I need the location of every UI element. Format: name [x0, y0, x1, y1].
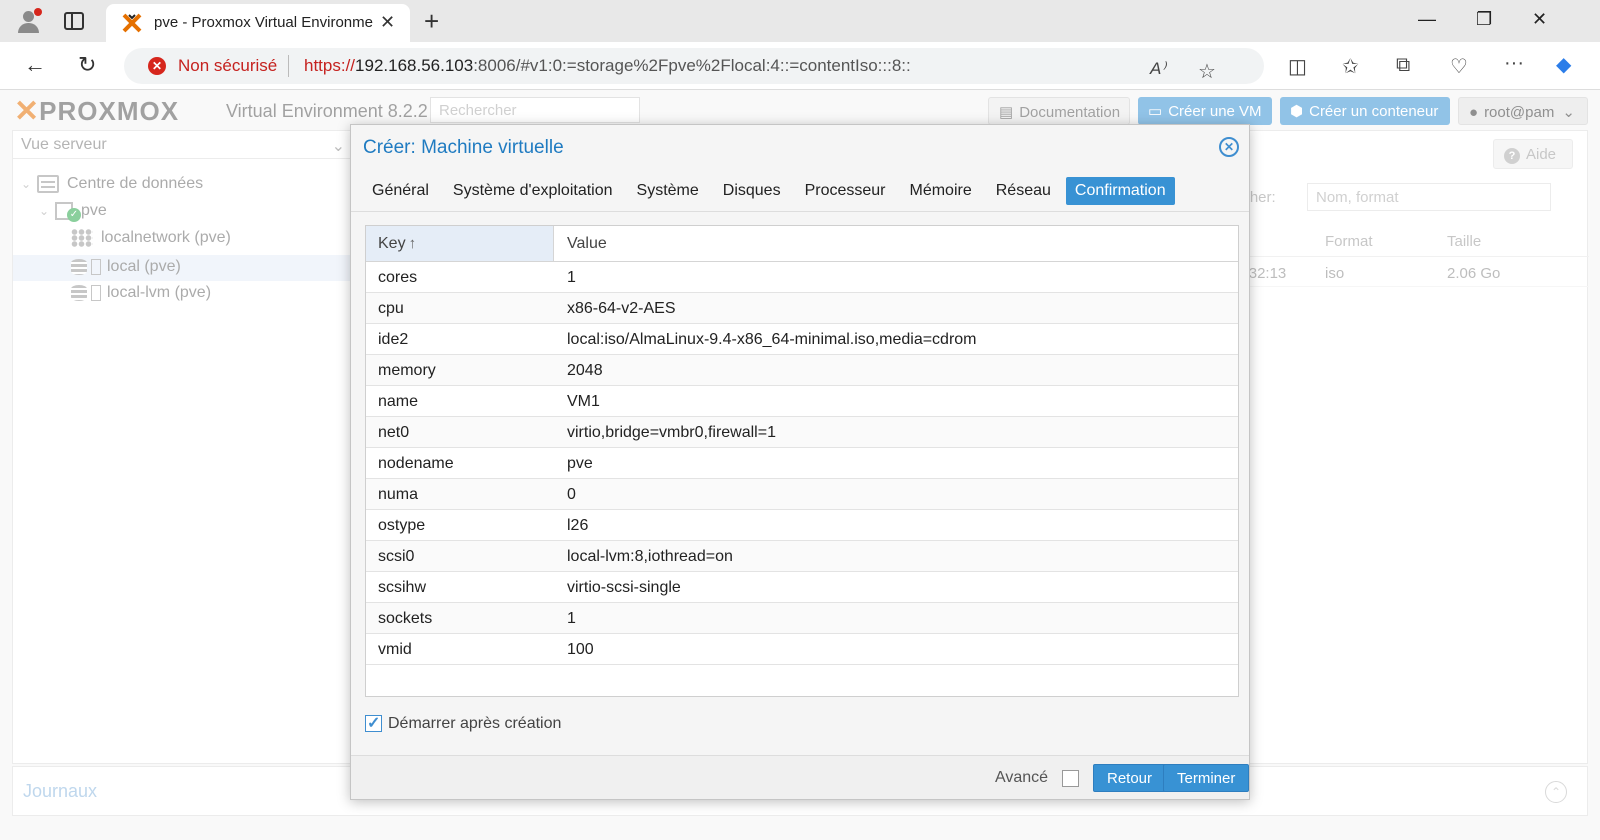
insecure-label[interactable]: Non sécurisé: [178, 56, 277, 76]
row-key: cpu: [378, 300, 404, 317]
row-value: l26: [567, 517, 589, 534]
tab-disks[interactable]: Disques: [714, 177, 790, 205]
table-row[interactable]: vmid 100: [366, 634, 1238, 665]
url-text[interactable]: https://192.168.56.103:8006/#v1:0:=stora…: [304, 56, 911, 76]
browser-essentials-icon[interactable]: ♡: [1450, 54, 1468, 79]
table-row[interactable]: cpu x86-64-v2-AES: [366, 293, 1238, 324]
start-after-create-checkbox[interactable]: Démarrer après création: [365, 713, 561, 735]
back-button[interactable]: Retour: [1093, 764, 1167, 792]
url-field[interactable]: ✕ Non sécurisé https://192.168.56.103:80…: [124, 48, 1264, 84]
table-row[interactable]: scsi0 local-lvm:8,iothread=on: [366, 541, 1238, 572]
row-key: sockets: [378, 610, 433, 627]
row-value: x86-64-v2-AES: [567, 300, 676, 317]
favorite-star-icon[interactable]: ☆: [1198, 59, 1216, 84]
table-row[interactable]: cores 1: [366, 262, 1238, 293]
row-value: pve: [567, 455, 593, 472]
wizard-tabs: Général Système d'exploitation Système Disq…: [363, 177, 1181, 205]
proxmox-favicon-icon: [122, 13, 142, 33]
tab-actions-icon[interactable]: [64, 12, 84, 30]
row-value: virtio,bridge=vmbr0,firewall=1: [567, 424, 776, 441]
sort-ascending-icon: ↑: [408, 235, 417, 252]
browser-tab-bar: pve - Proxmox Virtual Environment ✕ + — …: [0, 0, 1600, 42]
row-key: name: [378, 393, 419, 410]
row-key: vmid: [378, 641, 412, 658]
row-key: ide2: [378, 331, 409, 348]
close-tab-icon[interactable]: ✕: [380, 12, 395, 33]
table-row[interactable]: net0 virtio,bridge=vmbr0,firewall=1: [366, 417, 1238, 448]
row-key: scsi0: [378, 548, 415, 565]
row-key: numa: [378, 486, 419, 503]
tab-memory[interactable]: Mémoire: [901, 177, 981, 205]
row-key: memory: [378, 362, 436, 379]
tab-general[interactable]: Général: [363, 177, 438, 205]
close-icon[interactable]: ✕: [1219, 137, 1239, 157]
row-value: 0: [567, 486, 576, 503]
close-window-icon[interactable]: ✕: [1532, 9, 1547, 30]
row-value: 100: [567, 641, 594, 658]
advanced-label: Avancé: [995, 769, 1049, 786]
back-arrow-icon[interactable]: ←: [24, 52, 46, 78]
row-key: scsihw: [378, 579, 427, 596]
row-key: cores: [378, 269, 418, 286]
checkbox-checked-icon[interactable]: [365, 713, 382, 733]
create-vm-dialog: Créer: Machine virtuelle ✕ Général Systèm…: [350, 124, 1250, 800]
row-value: 2048: [567, 362, 603, 379]
row-key: net0: [378, 424, 410, 441]
table-row[interactable]: memory 2048: [366, 355, 1238, 386]
row-value: virtio-scsi-single: [567, 579, 681, 596]
table-row[interactable]: scsihw virtio-scsi-single: [366, 572, 1238, 603]
tab-os[interactable]: Système d'exploitation: [444, 177, 622, 205]
row-value: local-lvm:8,iothread=on: [567, 548, 733, 565]
more-menu-icon[interactable]: ···: [1504, 52, 1524, 75]
row-value: 1: [567, 610, 576, 627]
row-key: nodename: [378, 455, 454, 472]
col-value-header[interactable]: Value: [555, 226, 619, 261]
tab-cpu[interactable]: Processeur: [796, 177, 895, 205]
table-row[interactable]: ide2 local:iso/AlmaLinux-9.4-x86_64-minim…: [366, 324, 1238, 355]
table-row[interactable]: name VM1: [366, 386, 1238, 417]
browser-tab-pve[interactable]: pve - Proxmox Virtual Environment ✕: [106, 4, 410, 42]
grid-body: cores 1 cpu x86-64-v2-AES ide2 local:iso/Alma…: [366, 262, 1238, 665]
table-row[interactable]: nodename pve: [366, 448, 1238, 479]
finish-button[interactable]: Terminer: [1163, 764, 1250, 792]
advanced-checkbox[interactable]: [1062, 770, 1079, 787]
copilot-icon[interactable]: ◆: [1556, 52, 1571, 77]
profile-icon[interactable]: [14, 7, 44, 35]
insecure-warning-icon[interactable]: ✕: [148, 57, 166, 75]
row-value: local:iso/AlmaLinux-9.4-x86_64-minimal.i…: [567, 331, 977, 348]
read-aloud-icon[interactable]: A⁾: [1150, 59, 1166, 79]
dialog-footer: Avancé Retour Terminer: [351, 755, 1250, 799]
favorites-icon[interactable]: ✩: [1342, 54, 1359, 79]
table-row[interactable]: numa 0: [366, 479, 1238, 510]
split-screen-icon[interactable]: ◫: [1288, 54, 1307, 79]
dialog-title: Créer: Machine virtuelle: [363, 137, 564, 158]
row-key: ostype: [378, 517, 426, 534]
collections-icon[interactable]: ⧉: [1396, 54, 1410, 77]
row-value: VM1: [567, 393, 600, 410]
col-key-header[interactable]: Key ↑: [366, 226, 554, 261]
tab-title: pve - Proxmox Virtual Environment: [154, 14, 374, 31]
address-bar-row: ← ↻ ✕ Non sécurisé https://192.168.56.10…: [0, 42, 1600, 90]
table-row[interactable]: sockets 1: [366, 603, 1238, 634]
new-tab-icon[interactable]: +: [424, 6, 439, 37]
tab-system[interactable]: Système: [628, 177, 708, 205]
table-row[interactable]: ostype l26: [366, 510, 1238, 541]
restore-icon[interactable]: ❐: [1476, 9, 1492, 30]
grid-header: Key ↑ Value: [366, 226, 1238, 262]
minimize-icon[interactable]: —: [1418, 9, 1436, 30]
tab-confirmation[interactable]: Confirmation: [1065, 177, 1175, 205]
row-value: 1: [567, 269, 576, 286]
summary-grid: Key ↑ Value cores 1 cpu x86-64-v2-AES ide2 loc…: [365, 225, 1239, 697]
tab-network[interactable]: Réseau: [987, 177, 1060, 205]
refresh-icon[interactable]: ↻: [78, 52, 96, 78]
